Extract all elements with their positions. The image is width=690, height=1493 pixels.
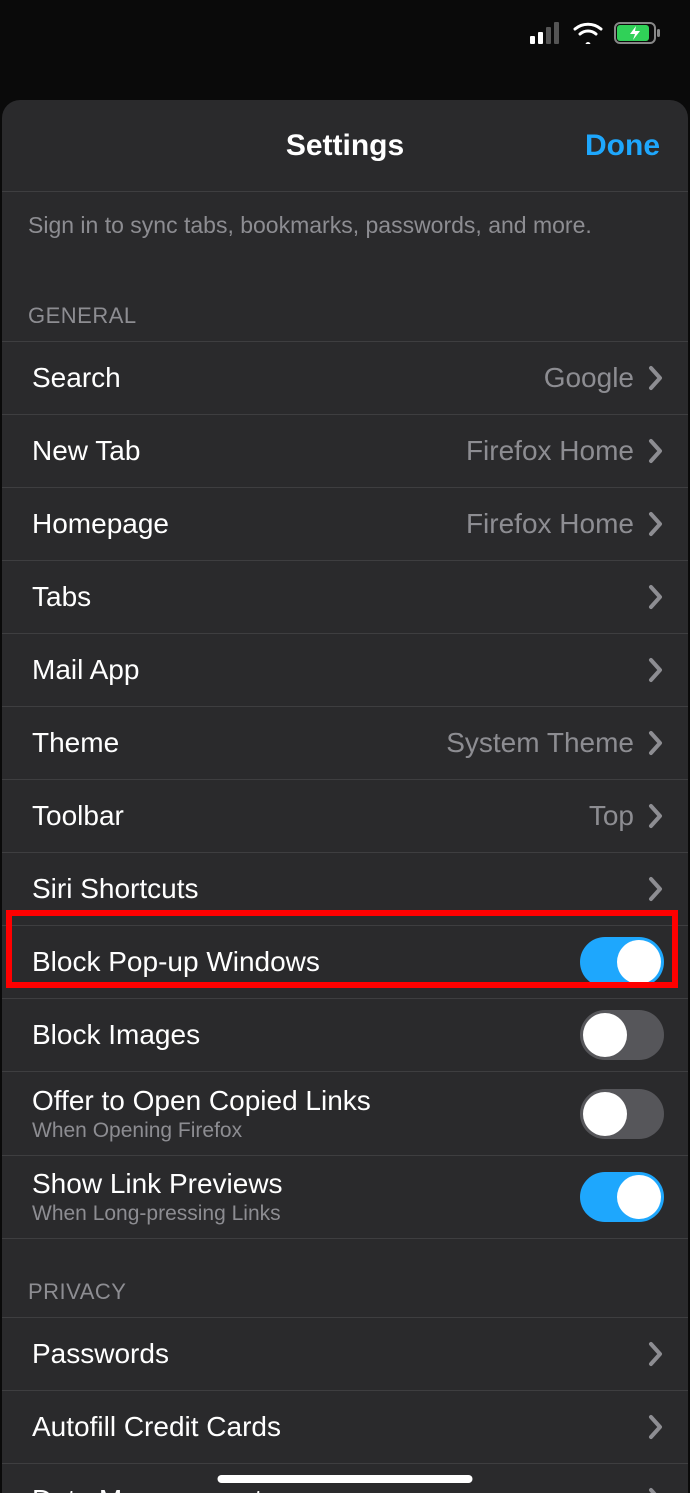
row-label: Offer to Open Copied Links xyxy=(32,1085,371,1117)
row-theme[interactable]: Theme System Theme xyxy=(2,706,688,779)
row-block-images: Block Images xyxy=(2,998,688,1071)
block-popups-toggle[interactable] xyxy=(580,937,664,987)
settings-sheet: Settings Done Sign in to sync tabs, book… xyxy=(2,100,688,1493)
row-label: Data Management xyxy=(32,1484,262,1493)
row-value: Firefox Home xyxy=(466,508,634,540)
row-value: System Theme xyxy=(446,727,634,759)
row-passwords[interactable]: Passwords xyxy=(2,1317,688,1390)
row-search[interactable]: Search Google xyxy=(2,341,688,414)
row-value: Top xyxy=(589,800,634,832)
row-block-popups: Block Pop-up Windows xyxy=(2,925,688,998)
row-value: Google xyxy=(544,362,634,394)
row-label: New Tab xyxy=(32,435,140,467)
row-offer-copied-links: Offer to Open Copied Links When Opening … xyxy=(2,1071,688,1155)
row-label: Tabs xyxy=(32,581,91,613)
row-value: Firefox Home xyxy=(466,435,634,467)
row-label: Mail App xyxy=(32,654,139,686)
chevron-right-icon xyxy=(648,730,664,756)
row-label: Autofill Credit Cards xyxy=(32,1411,281,1443)
done-button[interactable]: Done xyxy=(585,129,660,163)
sync-info-text: Sign in to sync tabs, bookmarks, passwor… xyxy=(2,192,688,241)
row-label: Toolbar xyxy=(32,800,124,832)
show-link-previews-toggle[interactable] xyxy=(580,1172,664,1222)
block-images-toggle[interactable] xyxy=(580,1010,664,1060)
chevron-right-icon xyxy=(648,365,664,391)
nav-bar: Settings Done xyxy=(2,100,688,192)
row-label: Homepage xyxy=(32,508,169,540)
chevron-right-icon xyxy=(648,1487,664,1493)
chevron-right-icon xyxy=(648,1341,664,1367)
chevron-right-icon xyxy=(648,511,664,537)
cellular-signal-icon xyxy=(530,22,562,49)
row-label: Block Pop-up Windows xyxy=(32,946,320,978)
wifi-icon xyxy=(572,22,604,49)
chevron-right-icon xyxy=(648,438,664,464)
row-sublabel: When Opening Firefox xyxy=(32,1119,371,1143)
row-label: Theme xyxy=(32,727,119,759)
row-homepage[interactable]: Homepage Firefox Home xyxy=(2,487,688,560)
row-label: Siri Shortcuts xyxy=(32,873,199,905)
page-title: Settings xyxy=(286,129,404,163)
chevron-right-icon xyxy=(648,1414,664,1440)
row-toolbar[interactable]: Toolbar Top xyxy=(2,779,688,852)
chevron-right-icon xyxy=(648,876,664,902)
row-label: Show Link Previews xyxy=(32,1168,283,1200)
row-mail-app[interactable]: Mail App xyxy=(2,633,688,706)
section-header-privacy: PRIVACY xyxy=(2,1239,688,1317)
row-label: Passwords xyxy=(32,1338,169,1370)
row-label: Block Images xyxy=(32,1019,200,1051)
chevron-right-icon xyxy=(648,803,664,829)
chevron-right-icon xyxy=(648,584,664,610)
status-bar xyxy=(0,0,690,70)
row-sublabel: When Long-pressing Links xyxy=(32,1202,283,1226)
offer-copied-links-toggle[interactable] xyxy=(580,1089,664,1139)
home-indicator[interactable] xyxy=(218,1475,473,1483)
row-label: Search xyxy=(32,362,121,394)
row-new-tab[interactable]: New Tab Firefox Home xyxy=(2,414,688,487)
chevron-right-icon xyxy=(648,657,664,683)
row-show-link-previews: Show Link Previews When Long-pressing Li… xyxy=(2,1155,688,1239)
section-header-general: GENERAL xyxy=(2,241,688,341)
row-tabs[interactable]: Tabs xyxy=(2,560,688,633)
battery-charging-icon xyxy=(614,22,662,49)
row-autofill-credit-cards[interactable]: Autofill Credit Cards xyxy=(2,1390,688,1463)
row-siri-shortcuts[interactable]: Siri Shortcuts xyxy=(2,852,688,925)
